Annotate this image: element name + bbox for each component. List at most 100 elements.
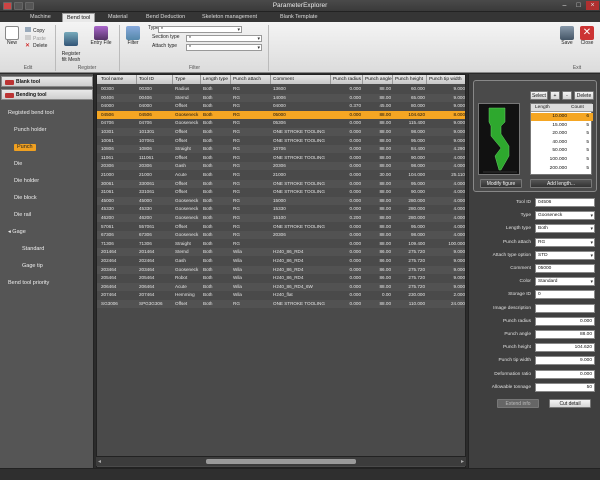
field-length-type[interactable]: Both	[535, 224, 595, 234]
table-row[interactable]: 203464 203464 Gooseneck Both Wila H240_86_RD4…	[97, 265, 465, 274]
table-row[interactable]: SG3006 SPG3G306 Offset Both RG ONE STROKE TOO…	[97, 300, 465, 308]
column-header[interactable]: Punch radius	[331, 75, 363, 84]
tab-machine[interactable]: Machine	[26, 13, 55, 22]
table-row[interactable]: 31061 331061 Offset Both RG ONE STROKE TOOLIN…	[97, 188, 465, 196]
length-row[interactable]: 20.000 5	[531, 130, 593, 138]
column-header[interactable]: Tool ID	[137, 75, 173, 84]
table-row[interactable]: 205464 205464 Robot Both Wila H240_86_RD4 0.00…	[97, 274, 465, 282]
field-punch-height[interactable]: 104.620	[535, 343, 595, 353]
maximize-icon[interactable]: □	[572, 1, 585, 10]
minimize-icon[interactable]: –	[558, 1, 571, 10]
column-header[interactable]: Punch tip width	[427, 75, 465, 84]
section-type-combo[interactable]: *	[186, 35, 262, 42]
column-header[interactable]: Type	[173, 75, 201, 84]
copy-button[interactable]: Copy	[25, 27, 45, 34]
table-row[interactable]: 71306 71306 Straight Both RG 0.000 88.00 109.40…	[97, 240, 465, 248]
sidebar-item-punch[interactable]: Punch	[14, 144, 36, 151]
field-storage-id[interactable]: 0	[535, 290, 595, 300]
sidebar-item-die-block[interactable]: Die block	[14, 195, 37, 202]
sidebar-item-registed-bend-tool[interactable]: Registed bend tool	[8, 110, 54, 117]
length-row[interactable]: 40.000 5	[531, 139, 593, 147]
table-row[interactable]: 20306 20306 Gash Both RG 20306 0.000 88.00 98.00…	[97, 162, 465, 171]
field-punch-attach[interactable]: RG	[535, 237, 595, 247]
table-row[interactable]: 45330 45330 Gooseneck Both RG 15330 0.000 88.00…	[97, 205, 465, 213]
field-punch-radius[interactable]: 0.000	[535, 316, 595, 326]
remove-length-button[interactable]: -	[562, 91, 572, 100]
field-attach-type-option[interactable]: STD	[535, 250, 595, 260]
table-row[interactable]: 04506 04506 Gooseneck Both RG 05000 0.000 88.00…	[97, 110, 465, 119]
table-row[interactable]: 11061 111061 Offset Both RG ONE STROKE TOOLIN…	[97, 154, 465, 162]
sidebar-item-standard[interactable]: Standard	[22, 246, 44, 253]
table-row[interactable]: 207464 207464 Hemming Both Wila H240_flat 0.00…	[97, 291, 465, 299]
sidebar-section-bending-tool[interactable]: Bending tool	[1, 89, 93, 100]
scroll-left-icon[interactable]: ◂	[98, 458, 101, 465]
table-row[interactable]: 10061 107061 Offset Both RG ONE STROKE TOOLIN…	[97, 137, 465, 145]
table-row[interactable]: 00406 00406 Sternd Both RG 14006 0.000 88.00 65.…	[97, 93, 465, 102]
cut-detail-button[interactable]: Cut detail	[549, 399, 591, 408]
tab-material[interactable]: Material	[104, 13, 132, 22]
close-window-icon[interactable]: ×	[586, 1, 599, 10]
sidebar-item-bend-tool-priority[interactable]: Bend tool priority	[8, 280, 49, 287]
attach-type-combo[interactable]: *	[186, 44, 262, 51]
sidebar-item-die-holder[interactable]: Die holder	[14, 178, 39, 185]
field-allowable-tonnage[interactable]: 50	[535, 382, 595, 392]
new-button[interactable]: New	[3, 26, 21, 47]
extend-info-button[interactable]: Extend info	[497, 399, 539, 408]
add-length-button[interactable]: Add length...	[530, 179, 592, 188]
field-image-description[interactable]	[535, 303, 595, 313]
filter-button[interactable]: Filter	[122, 26, 144, 47]
table-row[interactable]: 57061 557061 Offset Both RG ONE STROKE TOOLIN…	[97, 223, 465, 231]
paste-button[interactable]: Paste	[25, 35, 46, 42]
scroll-thumb[interactable]	[206, 459, 356, 464]
select-button[interactable]: Select	[530, 91, 548, 100]
column-header[interactable]: Punch attach	[231, 75, 271, 84]
length-row[interactable]: 15.000 5	[531, 122, 593, 130]
sidebar-item-gage-tip[interactable]: Gage tip	[22, 263, 43, 270]
field-punch-angle[interactable]: 88.00	[535, 330, 595, 339]
add-length-mini-button[interactable]: +	[550, 91, 560, 100]
length-row[interactable]: 10.000 6	[531, 113, 593, 121]
sidebar-item-punch-holder[interactable]: Punch holder	[14, 127, 46, 134]
type-filter-combo[interactable]: *	[158, 26, 242, 33]
field-deformation-ratio[interactable]: 0.000	[535, 369, 595, 379]
tab-bend-tool[interactable]: Bend tool	[62, 13, 96, 22]
table-row[interactable]: 21000 21000 Acute Both RG 21000 0.000 30.00 104.…	[97, 171, 465, 179]
column-header[interactable]: Length type	[201, 75, 231, 84]
column-header[interactable]: Comment	[271, 75, 331, 84]
table-row[interactable]: 45000 45000 Gooseneck Both RG 15000 0.000 88.00…	[97, 196, 465, 205]
sidebar-section-blank-tool[interactable]: Blank tool	[1, 76, 93, 87]
table-row[interactable]: 67306 67306 Gooseneck Both RG 20306 0.000 88.00…	[97, 231, 465, 240]
modify-figure-button[interactable]: Modify figure	[480, 179, 522, 188]
table-row[interactable]: 46200 46200 Gooseneck Both RG 15100 0.200 88.00…	[97, 214, 465, 222]
sidebar-item-gage[interactable]: ◂ Gage	[8, 229, 26, 236]
field-color[interactable]: Standard	[535, 277, 595, 287]
table-row[interactable]: 00300 00300 Radius Both RG 13600 0.000 88.00 60.…	[97, 85, 465, 93]
length-row[interactable]: 200.000 5	[531, 165, 593, 173]
length-row[interactable]: 100.000 5	[531, 156, 593, 164]
field-comment[interactable]: 05000	[535, 264, 595, 273]
table-row[interactable]: 206464 206464 Acute Both Wila H240_86_RD4_6W 0…	[97, 282, 465, 291]
field-punch-tip-width[interactable]: 9.000	[535, 356, 595, 366]
field-type[interactable]: Gooseneck	[535, 211, 595, 221]
close-button[interactable]: ✕ Close	[578, 26, 596, 47]
tab-bend-deduction[interactable]: Bend Deduction	[142, 13, 189, 22]
table-row[interactable]: 04000 04000 Offset Both RG 04000 0.370 45.00 80.…	[97, 102, 465, 110]
entry-file-button[interactable]: Entry File	[88, 26, 114, 47]
horizontal-scrollbar[interactable]: ◂ ▸	[96, 456, 466, 466]
delete-button[interactable]: ✕ Delete	[25, 43, 47, 50]
scroll-right-icon[interactable]: ▸	[461, 458, 464, 465]
table-row[interactable]: 201464 201464 Sternd Both Wila H240_86_RD4 0.0…	[97, 248, 465, 257]
table-row[interactable]: 10301 101301 Offset Both RG ONE STROKE TOOLIN…	[97, 128, 465, 136]
sidebar-item-die[interactable]: Die	[14, 161, 22, 168]
table-row[interactable]: 10806 10806 Straight Both RG 10706 0.000 88.00 8…	[97, 145, 465, 154]
column-header[interactable]: Tool name	[99, 75, 137, 84]
column-header[interactable]: Punch angle	[363, 75, 393, 84]
register-button[interactable]: Register filt Mesh	[58, 26, 84, 63]
table-row[interactable]: 202464 202464 Gash Both Wila H240_86_RD4 0.000…	[97, 257, 465, 265]
sidebar-item-die-rail[interactable]: Die rail	[14, 212, 31, 219]
save-button[interactable]: Save	[558, 26, 576, 47]
field-tool-id[interactable]: 04506	[535, 198, 595, 207]
delete-length-button[interactable]: Delete	[574, 91, 594, 100]
column-header[interactable]: Punch height	[393, 75, 427, 84]
tab-skeleton-management[interactable]: Skeleton management	[198, 13, 261, 22]
